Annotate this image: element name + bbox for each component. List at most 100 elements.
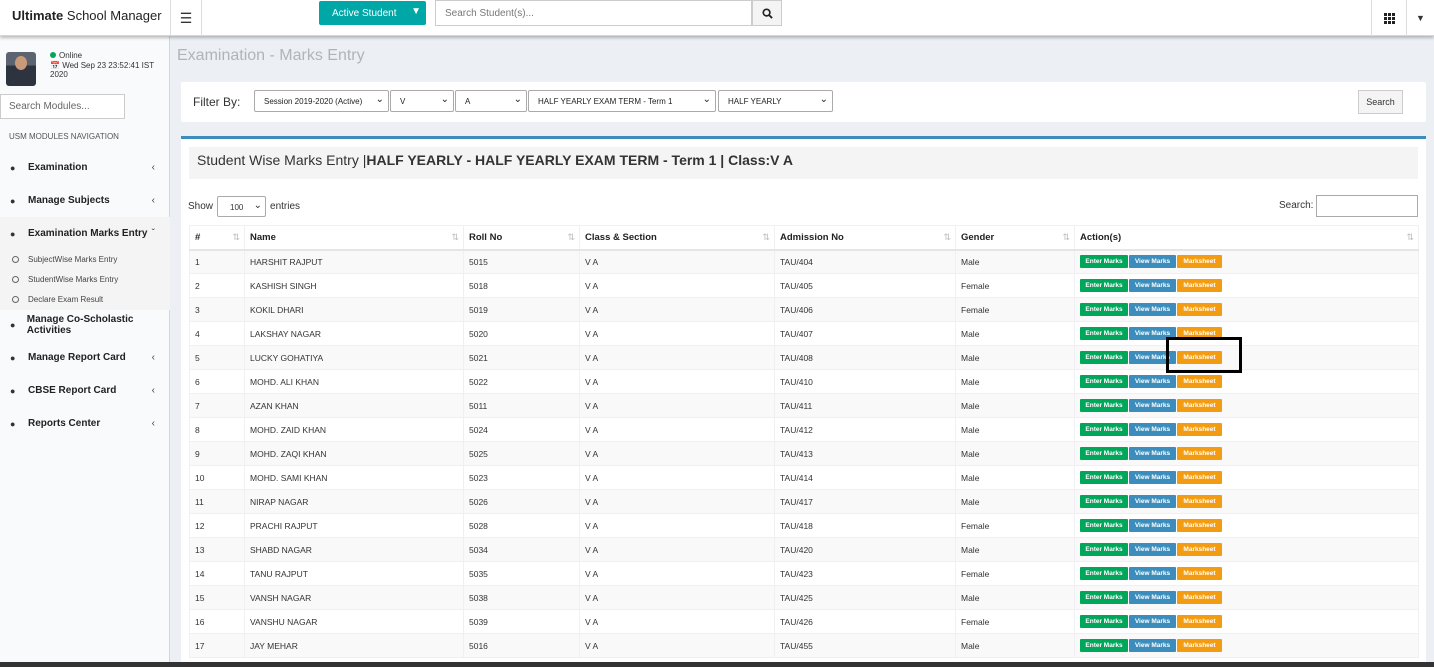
- cell-class-section: V A: [579, 441, 775, 466]
- submenu-item-studentwise[interactable]: StudentWise Marks Entry: [12, 275, 118, 284]
- table-search-input[interactable]: [1316, 195, 1418, 217]
- marksheet-button[interactable]: Marksheet: [1177, 615, 1222, 628]
- cell-roll-no: 5020: [463, 321, 580, 346]
- sidebar-item-exam-marks-entry[interactable]: ● Examination Marks Entry ˇ: [0, 217, 170, 250]
- view-marks-button[interactable]: View Marks: [1129, 639, 1176, 652]
- view-marks-button[interactable]: View Marks: [1129, 327, 1176, 340]
- view-marks-button[interactable]: View Marks: [1129, 567, 1176, 580]
- enter-marks-button[interactable]: Enter Marks: [1080, 639, 1128, 652]
- cell-class-section: V A: [579, 609, 775, 634]
- marksheet-button[interactable]: Marksheet: [1177, 567, 1222, 580]
- enter-marks-button[interactable]: Enter Marks: [1080, 519, 1128, 532]
- sidebar-item-examination[interactable]: ● Examination ‹: [0, 151, 170, 184]
- table-row: 10 MOHD. SAMI KHAN 5023 V A TAU/414 Male Enter…: [189, 465, 1419, 490]
- marksheet-button[interactable]: Marksheet: [1177, 639, 1222, 652]
- cell-class-section: V A: [579, 297, 775, 322]
- marksheet-button[interactable]: Marksheet: [1177, 471, 1222, 484]
- enter-marks-button[interactable]: Enter Marks: [1080, 591, 1128, 604]
- active-student-dropdown[interactable]: Active Student ▼: [319, 1, 426, 25]
- circle-icon: [12, 276, 19, 283]
- col-header-name[interactable]: Name ⇅: [244, 225, 464, 251]
- view-marks-button[interactable]: View Marks: [1129, 591, 1176, 604]
- marksheet-button[interactable]: Marksheet: [1177, 375, 1222, 388]
- marksheet-button[interactable]: Marksheet: [1177, 543, 1222, 556]
- user-menu-caret-icon[interactable]: ▼: [1406, 0, 1434, 36]
- filter-search-button[interactable]: Search: [1358, 90, 1403, 114]
- col-header-index[interactable]: # ⇅: [189, 225, 245, 251]
- submenu-item-subjectwise[interactable]: SubjectWise Marks Entry: [12, 255, 117, 264]
- enter-marks-button[interactable]: Enter Marks: [1080, 255, 1128, 269]
- col-header-roll-no[interactable]: Roll No ⇅: [463, 225, 580, 251]
- marksheet-button[interactable]: Marksheet: [1177, 447, 1222, 460]
- view-marks-button[interactable]: View Marks: [1129, 447, 1176, 460]
- module-search-input[interactable]: [0, 94, 125, 119]
- marksheet-button[interactable]: Marksheet: [1177, 495, 1222, 508]
- sidebar-item-cbse-report-card[interactable]: ● CBSE Report Card ‹: [0, 374, 170, 407]
- marksheet-button[interactable]: Marksheet: [1177, 519, 1222, 532]
- col-header-gender[interactable]: Gender ⇅: [955, 225, 1075, 251]
- view-marks-button[interactable]: View Marks: [1129, 615, 1176, 628]
- view-marks-button[interactable]: View Marks: [1129, 423, 1176, 436]
- view-marks-button[interactable]: View Marks: [1129, 495, 1176, 508]
- enter-marks-button[interactable]: Enter Marks: [1080, 567, 1128, 580]
- enter-marks-button[interactable]: Enter Marks: [1080, 543, 1128, 556]
- cell-actions: Enter Marks View Marks Marksheet: [1074, 441, 1419, 466]
- sidebar-item-manage-subjects[interactable]: ● Manage Subjects ‹: [0, 184, 170, 217]
- view-marks-button[interactable]: View Marks: [1129, 375, 1176, 388]
- enter-marks-button[interactable]: Enter Marks: [1080, 327, 1128, 340]
- app-logo[interactable]: Ultimate School Manager: [0, 0, 170, 36]
- section-select[interactable]: A ⌄: [455, 90, 527, 112]
- enter-marks-button[interactable]: Enter Marks: [1080, 615, 1128, 628]
- view-marks-button[interactable]: View Marks: [1129, 471, 1176, 484]
- cell-roll-no: 5023: [463, 465, 580, 490]
- enter-marks-button[interactable]: Enter Marks: [1080, 495, 1128, 508]
- cell-class-section: V A: [579, 345, 775, 370]
- col-header-actions[interactable]: Action(s) ⇅: [1074, 225, 1419, 251]
- chevron-down-icon: ⌄: [375, 94, 384, 105]
- col-header-admission-no[interactable]: Admission No ⇅: [774, 225, 956, 251]
- exam-term-select[interactable]: HALF YEARLY EXAM TERM - Term 1 ⌄: [528, 90, 716, 112]
- enter-marks-button[interactable]: Enter Marks: [1080, 399, 1128, 412]
- view-marks-button[interactable]: View Marks: [1129, 279, 1176, 292]
- sidebar-item-co-scholastic[interactable]: ● Manage Co-Scholastic Activities: [0, 308, 170, 341]
- enter-marks-button[interactable]: Enter Marks: [1080, 375, 1128, 388]
- apps-grid-icon[interactable]: [1371, 0, 1406, 36]
- sidebar-item-report-card[interactable]: ● Manage Report Card ‹: [0, 341, 170, 374]
- marksheet-button[interactable]: Marksheet: [1177, 255, 1222, 269]
- sidebar-item-reports-center[interactable]: ● Reports Center ‹: [0, 407, 170, 440]
- exam-select[interactable]: HALF YEARLY ⌄: [718, 90, 833, 112]
- entries-select[interactable]: 100 ⌄: [217, 196, 267, 217]
- view-marks-button[interactable]: View Marks: [1129, 351, 1176, 364]
- view-marks-button[interactable]: View Marks: [1129, 255, 1176, 269]
- view-marks-button[interactable]: View Marks: [1129, 399, 1176, 412]
- session-select[interactable]: Session 2019-2020 (Active) ⌄: [254, 90, 389, 112]
- marksheet-button[interactable]: Marksheet: [1177, 303, 1222, 316]
- hamburger-menu-icon[interactable]: ☰: [170, 0, 202, 36]
- view-marks-button[interactable]: View Marks: [1129, 303, 1176, 316]
- cell-roll-no: 5028: [463, 513, 580, 538]
- view-marks-button[interactable]: View Marks: [1129, 519, 1176, 532]
- marksheet-button[interactable]: Marksheet: [1177, 591, 1222, 604]
- marksheet-button[interactable]: Marksheet: [1177, 399, 1222, 412]
- enter-marks-button[interactable]: Enter Marks: [1080, 279, 1128, 292]
- student-search-input[interactable]: [435, 0, 752, 26]
- enter-marks-button[interactable]: Enter Marks: [1080, 471, 1128, 484]
- enter-marks-button[interactable]: Enter Marks: [1080, 447, 1128, 460]
- class-select[interactable]: V ⌄: [390, 90, 454, 112]
- enter-marks-button[interactable]: Enter Marks: [1080, 351, 1128, 364]
- cell-name: AZAN KHAN: [244, 393, 464, 418]
- submenu-item-declare-result[interactable]: Declare Exam Result: [12, 295, 103, 304]
- enter-marks-button[interactable]: Enter Marks: [1080, 303, 1128, 316]
- enter-marks-button[interactable]: Enter Marks: [1080, 423, 1128, 436]
- marksheet-button[interactable]: Marksheet: [1177, 423, 1222, 436]
- marksheet-button[interactable]: Marksheet: [1177, 279, 1222, 292]
- marksheet-button[interactable]: Marksheet: [1177, 351, 1222, 364]
- student-search-button[interactable]: [752, 0, 782, 26]
- col-header-class-section[interactable]: Class & Section ⇅: [579, 225, 775, 251]
- cell-class-section: V A: [579, 585, 775, 610]
- cell-roll-no: 5026: [463, 489, 580, 514]
- marksheet-button[interactable]: Marksheet: [1177, 327, 1222, 340]
- avatar[interactable]: [6, 52, 36, 86]
- view-marks-button[interactable]: View Marks: [1129, 543, 1176, 556]
- cell-name: MOHD. ALI KHAN: [244, 369, 464, 394]
